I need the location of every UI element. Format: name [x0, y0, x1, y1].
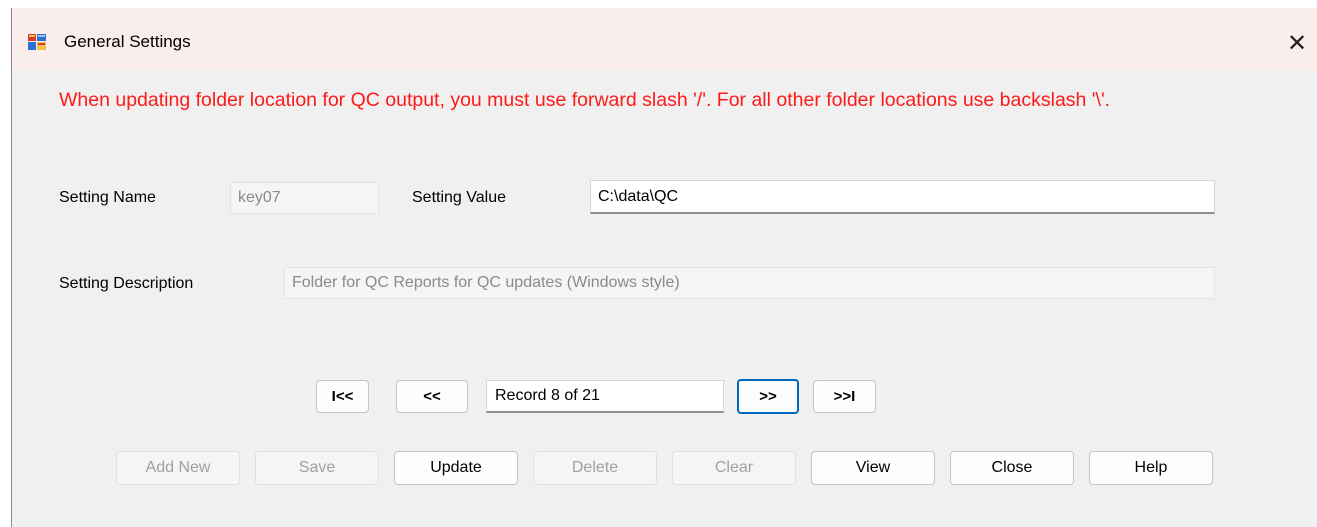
close-icon: ✕	[1286, 29, 1308, 57]
setting-name-label: Setting Name	[59, 189, 156, 206]
next-record-button[interactable]: >>	[737, 379, 799, 414]
record-position-text: Record 8 of 21	[495, 387, 600, 404]
setting-description-value: Folder for QC Reports for QC updates (Wi…	[292, 274, 680, 291]
window-title: General Settings	[64, 32, 191, 51]
setting-value-label: Setting Value	[412, 189, 506, 206]
record-position-field[interactable]: Record 8 of 21	[486, 380, 724, 413]
delete-button[interactable]: Delete	[533, 451, 657, 485]
general-settings-window: General Settings ✕ When updating folder …	[11, 8, 1317, 527]
setting-name-value: key07	[238, 189, 281, 206]
setting-description-label: Setting Description	[59, 275, 194, 292]
setting-name-field: key07	[230, 182, 379, 214]
previous-record-button[interactable]: <<	[396, 380, 468, 413]
setting-value-text: C:\data\QC	[598, 187, 679, 205]
view-button[interactable]: View	[811, 451, 935, 485]
help-button[interactable]: Help	[1089, 451, 1213, 485]
close-window-button[interactable]: ✕	[1276, 22, 1317, 64]
update-button[interactable]: Update	[394, 451, 518, 485]
save-button[interactable]: Save	[255, 451, 379, 485]
clear-button[interactable]: Clear	[672, 451, 796, 485]
app-window-icon	[28, 34, 46, 50]
close-button[interactable]: Close	[950, 451, 1074, 485]
setting-value-input[interactable]: C:\data\QC	[590, 180, 1215, 214]
last-record-button[interactable]: >>I	[813, 380, 876, 413]
warning-message: When updating folder location for QC out…	[59, 89, 1111, 111]
first-record-button[interactable]: I<<	[316, 380, 369, 413]
add-new-button[interactable]: Add New	[116, 451, 240, 485]
setting-description-field: Folder for QC Reports for QC updates (Wi…	[284, 267, 1215, 299]
title-bar: General Settings ✕	[12, 8, 1317, 70]
